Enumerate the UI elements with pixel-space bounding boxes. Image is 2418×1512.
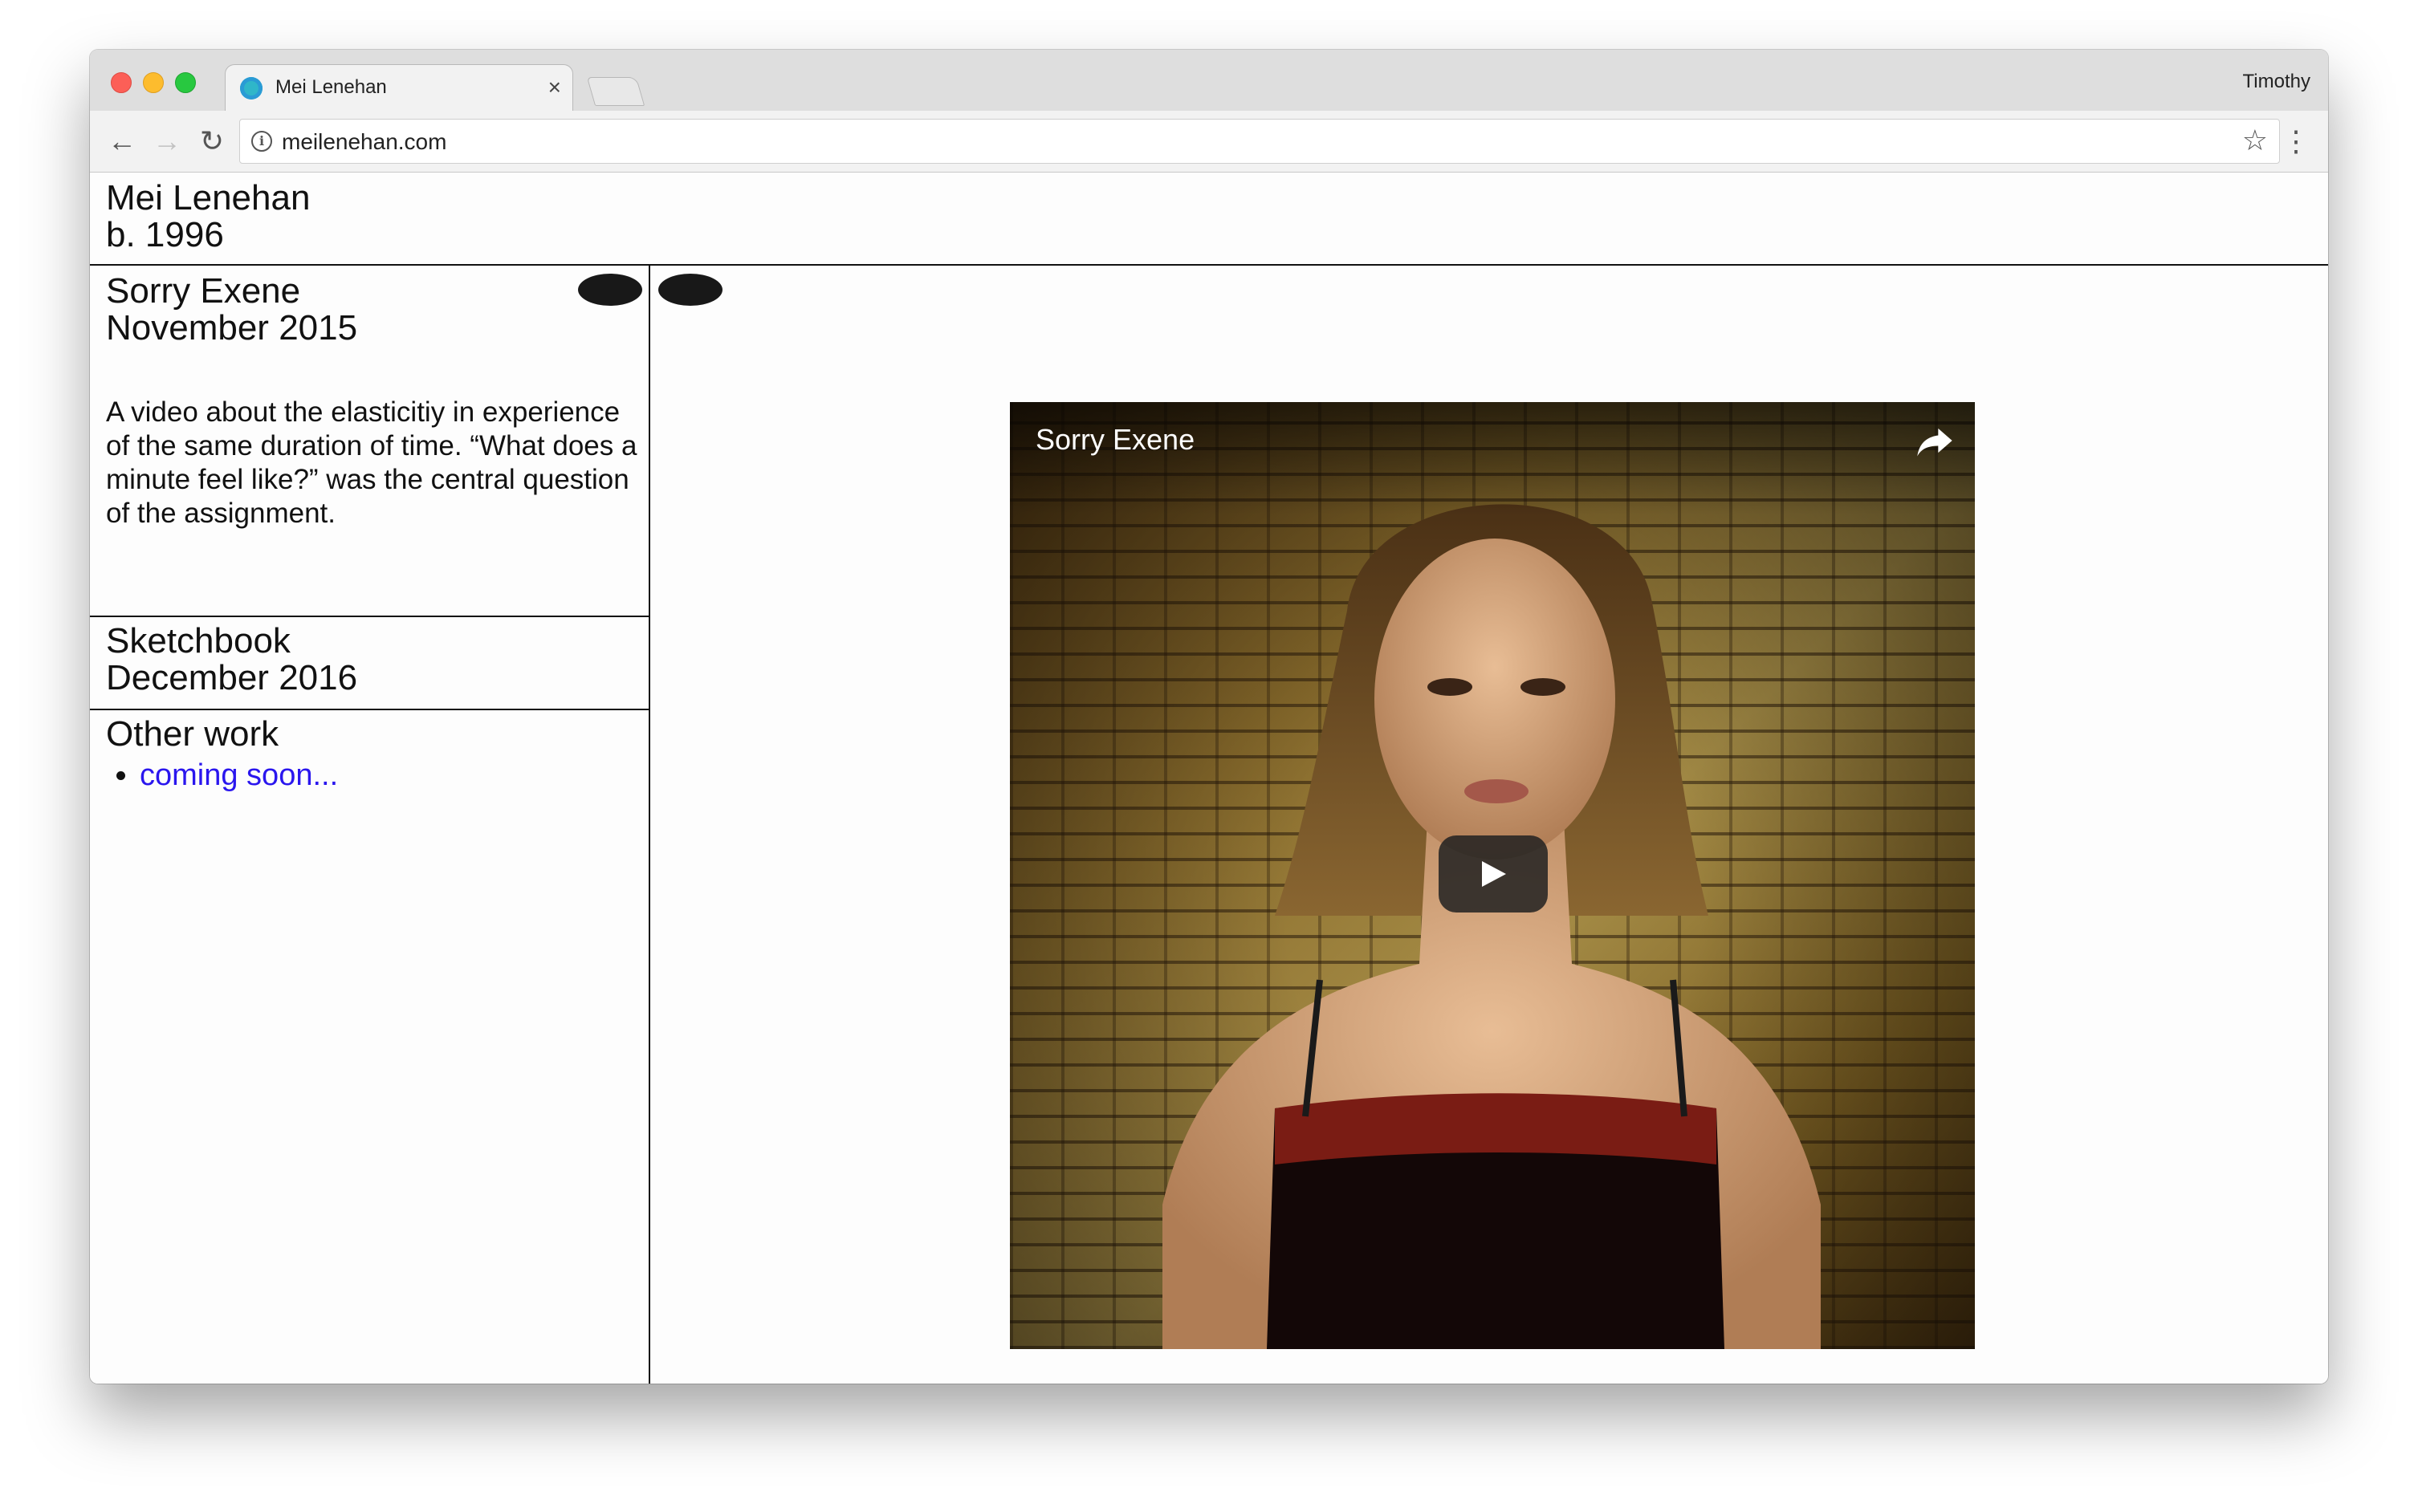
star-icon[interactable]: ☆: [2242, 124, 2268, 156]
other-work-section: Other work coming soon...: [90, 710, 649, 951]
project-description: A video about the elasticitiy in experie…: [106, 396, 637, 529]
favicon-icon: [240, 77, 263, 100]
play-icon: [1482, 861, 1506, 887]
project-item[interactable]: Sketchbook December 2016: [90, 617, 649, 710]
play-button[interactable]: [1439, 835, 1548, 912]
page-content: Mei Lenehan b. 1996 Sorry Exene November…: [90, 173, 2328, 1384]
menu-icon[interactable]: ⋮: [2282, 120, 2310, 162]
video-title[interactable]: Sorry Exene: [1036, 423, 1195, 457]
prev-dot-icon[interactable]: [578, 274, 642, 306]
other-work-list: coming soon...: [106, 757, 338, 794]
minimize-window-button[interactable]: [143, 72, 164, 93]
back-arrow-icon[interactable]: ←: [101, 120, 143, 162]
other-work-heading: Other work: [106, 714, 279, 754]
tab-close-icon[interactable]: ×: [548, 73, 561, 102]
share-icon[interactable]: [1914, 420, 1956, 461]
tab-strip: Mei Lenehan × Timothy: [90, 50, 2328, 112]
browser-tab[interactable]: Mei Lenehan ×: [225, 64, 573, 112]
reload-icon[interactable]: ↻: [191, 120, 233, 162]
video-player[interactable]: Sorry Exene: [1010, 402, 1975, 1349]
project-date: November 2015: [106, 308, 358, 348]
birth-year: b. 1996: [106, 215, 224, 254]
tab-title: Mei Lenehan: [275, 76, 387, 98]
project-date: December 2016: [106, 658, 358, 697]
video-top-shade: [1010, 402, 1975, 514]
close-window-button[interactable]: [111, 72, 132, 93]
forward-arrow-icon[interactable]: →: [146, 120, 188, 162]
info-icon[interactable]: i: [251, 131, 272, 152]
main-panel: Sorry Exene: [650, 266, 2328, 1384]
site-name: Mei Lenehan: [106, 178, 311, 217]
address-bar[interactable]: i meilenehan.com ☆: [239, 119, 2280, 164]
coming-soon-link[interactable]: coming soon...: [140, 758, 338, 792]
project-item[interactable]: Sorry Exene November 2015 A video about …: [90, 266, 649, 617]
site-header: Mei Lenehan b. 1996: [90, 173, 2328, 266]
project-title[interactable]: Sketchbook: [106, 622, 291, 660]
profile-name[interactable]: Timothy: [2243, 71, 2310, 93]
project-title[interactable]: Sorry Exene: [106, 272, 300, 311]
list-item: coming soon...: [140, 757, 338, 794]
new-tab-button[interactable]: [586, 77, 645, 106]
browser-toolbar: ← → ↻ i meilenehan.com ☆ ⋮: [90, 111, 2328, 173]
project-sidebar: Sorry Exene November 2015 A video about …: [90, 266, 650, 1384]
maximize-window-button[interactable]: [175, 72, 196, 93]
url-text[interactable]: meilenehan.com: [282, 129, 446, 155]
browser-window: Mei Lenehan × Timothy ← → ↻ i meilenehan…: [90, 50, 2328, 1384]
